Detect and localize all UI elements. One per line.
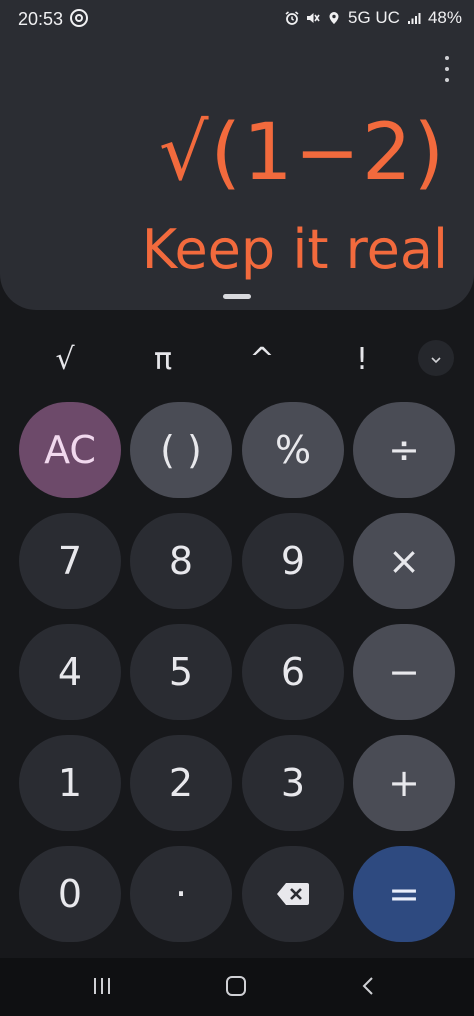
divide-button[interactable]: ÷ (353, 402, 455, 498)
digit-3-button[interactable]: 3 (242, 735, 344, 831)
alarm-icon (285, 11, 299, 25)
digit-4-button[interactable]: 4 (19, 624, 121, 720)
recent-apps-button[interactable] (82, 972, 122, 1004)
mute-icon (306, 11, 320, 25)
digit-1-button[interactable]: 1 (19, 735, 121, 831)
digit-2-button[interactable]: 2 (130, 735, 232, 831)
result-display: Keep it real (141, 218, 448, 281)
network-label: 5G UC (348, 8, 400, 27)
location-icon (327, 11, 341, 25)
sqrt-button[interactable]: √ (20, 332, 110, 386)
back-chevron-icon (361, 976, 375, 1000)
digit-7-button[interactable]: 7 (19, 513, 121, 609)
status-time: 20:53 (18, 9, 64, 29)
all-clear-button[interactable]: AC (19, 402, 121, 498)
home-button[interactable] (216, 972, 256, 1004)
back-button[interactable] (348, 972, 388, 1004)
digit-6-button[interactable]: 6 (242, 624, 344, 720)
power-button[interactable]: ^ (217, 332, 307, 386)
status-bar: 20:53 5G UC 48% (0, 0, 474, 40)
calculator-screen: 20:53 5G UC 48% √(1−2) Keep it real √ π … (0, 0, 474, 1016)
display-panel: 20:53 5G UC 48% √(1−2) Keep it real (0, 0, 474, 310)
pi-button[interactable]: π (118, 332, 208, 386)
expression-display[interactable]: √(1−2) (159, 108, 446, 198)
equals-button[interactable]: = (353, 846, 455, 942)
battery-level: 48% (427, 8, 462, 27)
digit-5-button[interactable]: 5 (130, 624, 232, 720)
nfc-icon (70, 9, 88, 27)
backspace-button[interactable] (242, 846, 344, 942)
status-icons: 5G UC 48% (285, 8, 462, 28)
percent-button[interactable]: % (242, 402, 344, 498)
recent-apps-icon (92, 977, 112, 999)
plus-button[interactable]: + (353, 735, 455, 831)
parentheses-button[interactable]: ( ) (130, 402, 232, 498)
expand-scientific-button[interactable] (418, 340, 454, 376)
home-icon (225, 976, 247, 1000)
history-drag-handle[interactable] (223, 294, 251, 299)
more-options-icon[interactable] (442, 56, 452, 82)
backspace-icon (276, 882, 310, 906)
chevron-down-icon (430, 349, 442, 368)
minus-button[interactable]: − (353, 624, 455, 720)
signal-icon (407, 11, 421, 25)
multiply-button[interactable]: × (353, 513, 455, 609)
digit-0-button[interactable]: 0 (19, 846, 121, 942)
system-navigation-bar (0, 958, 474, 1016)
factorial-button[interactable]: ! (317, 332, 407, 386)
digit-9-button[interactable]: 9 (242, 513, 344, 609)
decimal-button[interactable]: · (130, 846, 232, 942)
scientific-row: √ π ^ ! (0, 332, 474, 386)
digit-8-button[interactable]: 8 (130, 513, 232, 609)
